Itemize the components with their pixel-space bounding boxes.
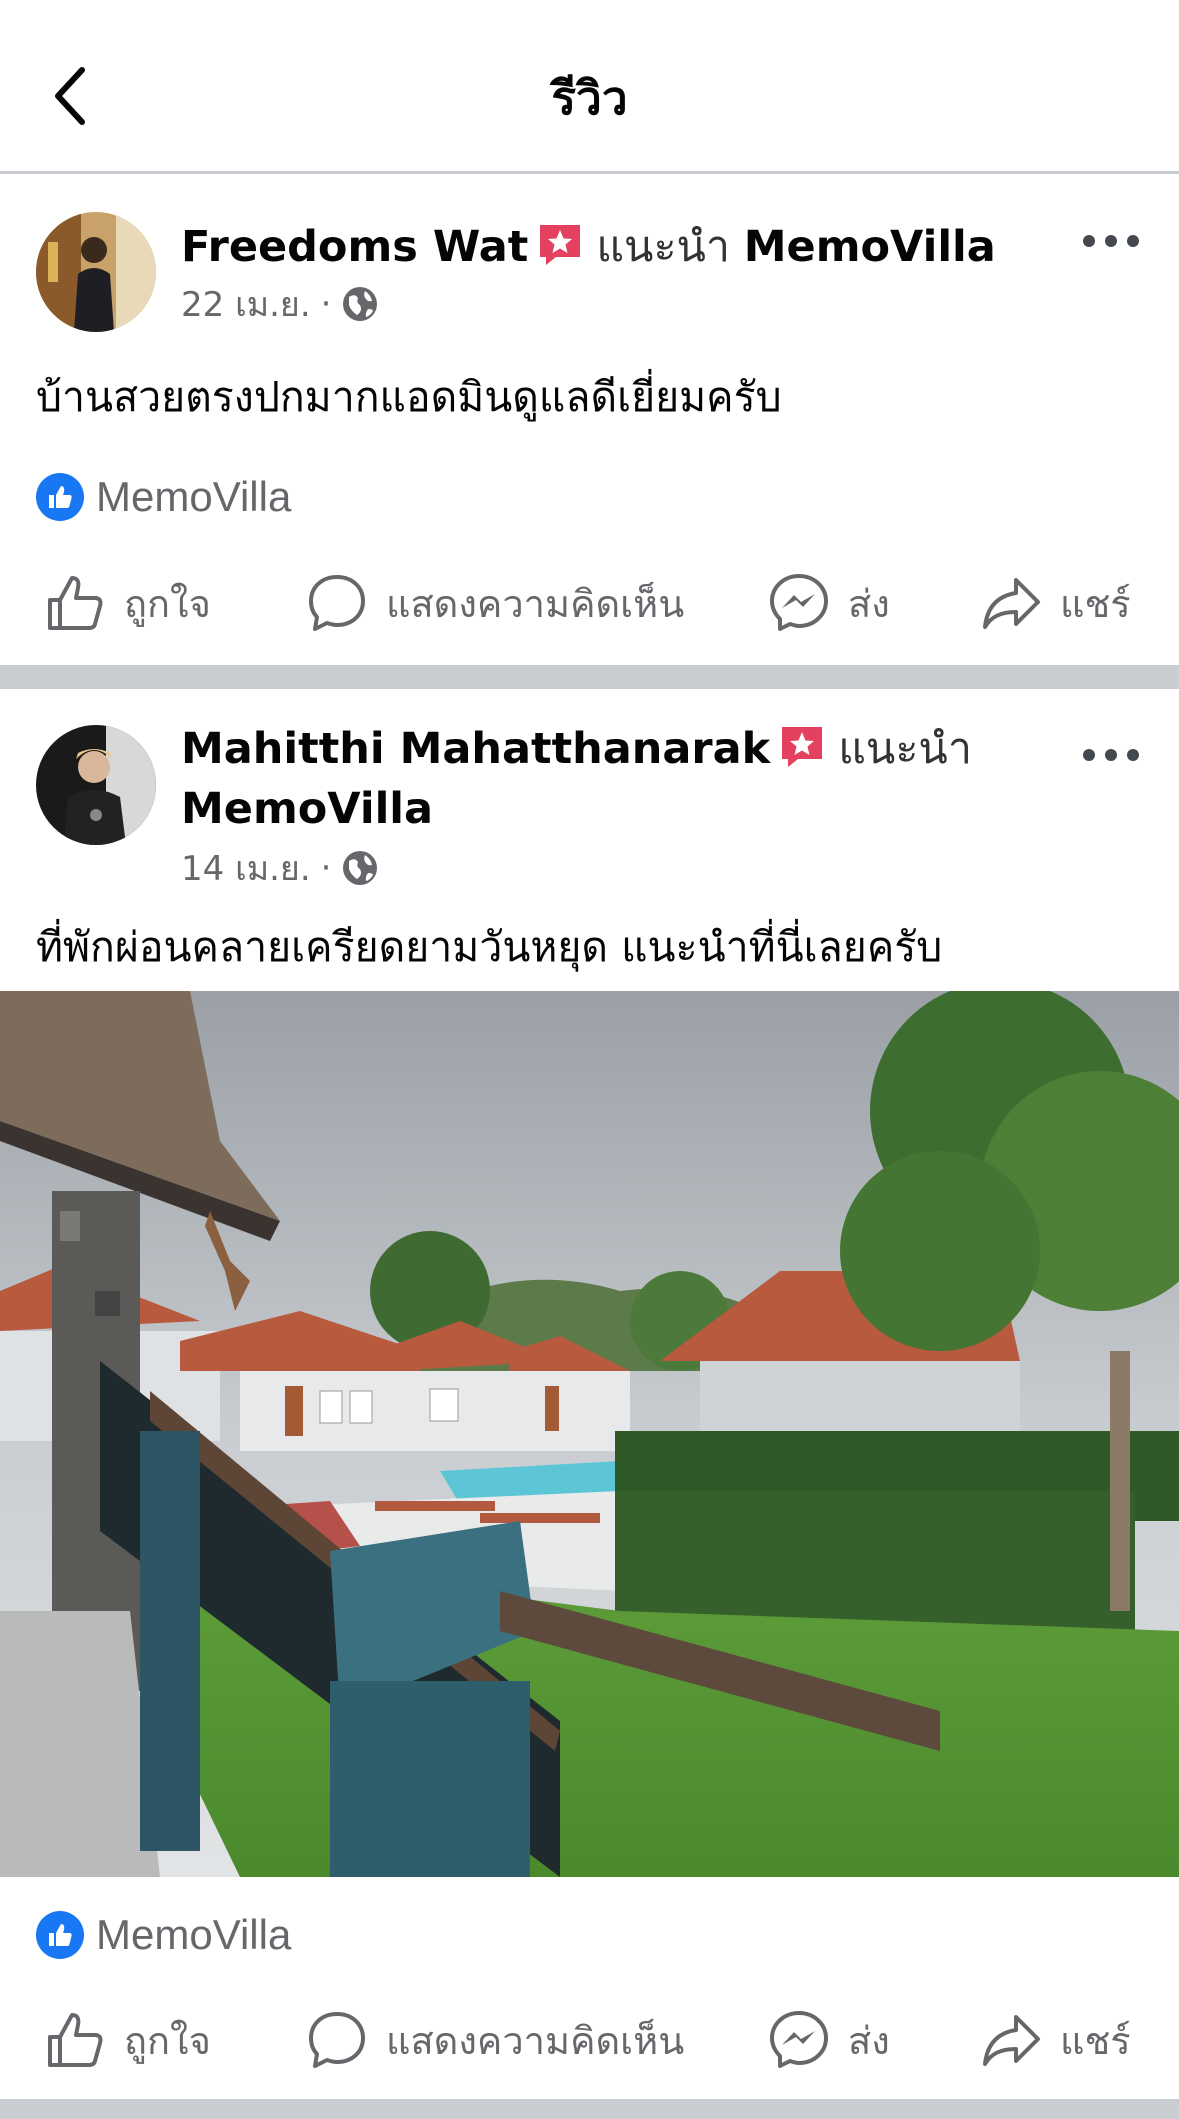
comment-label: แสดงความคิดเห็น bbox=[386, 2018, 685, 2063]
like-reaction-icon bbox=[36, 473, 84, 521]
like-label: ถูกใจ bbox=[124, 581, 211, 626]
reactor-name: MemoVilla bbox=[96, 473, 292, 520]
review-post: Mahitthi Mahatthanarak แนะนำ MemoVilla 14 … bbox=[0, 689, 1179, 2099]
share-icon bbox=[983, 578, 1040, 629]
post-photo[interactable] bbox=[0, 991, 1179, 1877]
send-button[interactable]: ส่ง bbox=[768, 563, 890, 643]
like-button[interactable]: ถูกใจ bbox=[44, 2000, 211, 2080]
like-reaction-icon bbox=[36, 1911, 84, 1959]
messenger-icon bbox=[770, 574, 828, 631]
messenger-icon bbox=[770, 2011, 828, 2068]
reactor-name: MemoVilla bbox=[96, 1911, 292, 1958]
thumbs-up-icon bbox=[48, 2013, 103, 2067]
post-date[interactable]: 22 เม.ย. bbox=[181, 277, 311, 331]
post-divider bbox=[0, 2099, 1179, 2119]
meta-separator: · bbox=[320, 284, 332, 324]
action-bar: ถูกใจ แสดงความคิดเห็น ส่ง แชร์ bbox=[0, 2000, 1179, 2080]
thumbs-up-icon bbox=[48, 576, 103, 630]
like-label: ถูกใจ bbox=[124, 2018, 211, 2063]
top-bar: รีวิว bbox=[0, 0, 1179, 174]
author-name[interactable]: Mahitthi Mahatthanarak bbox=[181, 724, 770, 774]
comment-icon bbox=[309, 575, 365, 631]
dot-icon bbox=[1127, 235, 1139, 247]
avatar[interactable] bbox=[36, 725, 156, 845]
dot-icon bbox=[1083, 235, 1095, 247]
dot-icon bbox=[1105, 235, 1117, 247]
post-header: Mahitthi Mahatthanarak แนะนำ MemoVilla bbox=[181, 719, 1021, 839]
send-label: ส่ง bbox=[848, 2018, 890, 2063]
page-title: รีวิว bbox=[551, 71, 628, 125]
comment-label: แสดงความคิดเห็น bbox=[386, 581, 685, 626]
post-text: บ้านสวยตรงปกมากแอดมินดูแลดีเยี่ยมครับ bbox=[36, 373, 782, 421]
share-label: แชร์ bbox=[1060, 2018, 1131, 2063]
post-date[interactable]: 14 เม.ย. bbox=[181, 841, 311, 895]
post-header: Freedoms Wat แนะนำ MemoVilla bbox=[181, 217, 996, 277]
post-meta: 14 เม.ย. · bbox=[181, 841, 379, 895]
post-text: ที่พักผ่อนคลายเครียดยามวันหยุด แนะนำที่น… bbox=[36, 923, 943, 971]
like-button[interactable]: ถูกใจ bbox=[44, 563, 211, 643]
page-name[interactable]: MemoVilla bbox=[181, 784, 433, 834]
share-icon bbox=[983, 2015, 1040, 2066]
dot-icon bbox=[1083, 749, 1095, 761]
recommend-label: แนะนำ bbox=[838, 724, 972, 774]
reaction-summary[interactable]: MemoVilla bbox=[36, 1911, 291, 1959]
send-button[interactable]: ส่ง bbox=[768, 2000, 890, 2080]
review-post: Freedoms Wat แนะนำ MemoVilla 22 เม.ย. · บ… bbox=[0, 177, 1179, 665]
share-button[interactable]: แชร์ bbox=[980, 563, 1131, 643]
meta-separator: · bbox=[320, 848, 332, 888]
dot-icon bbox=[1127, 749, 1139, 761]
share-button[interactable]: แชร์ bbox=[980, 2000, 1131, 2080]
reaction-summary[interactable]: MemoVilla bbox=[36, 473, 291, 521]
more-options-button[interactable] bbox=[1083, 743, 1139, 767]
post-meta: 22 เม.ย. · bbox=[181, 277, 379, 331]
dot-icon bbox=[1105, 749, 1117, 761]
more-options-button[interactable] bbox=[1083, 229, 1139, 253]
avatar[interactable] bbox=[36, 212, 156, 332]
page-name[interactable]: MemoVilla bbox=[744, 222, 996, 272]
globe-icon bbox=[343, 851, 378, 885]
recommend-star-icon bbox=[782, 727, 823, 767]
author-name[interactable]: Freedoms Wat bbox=[181, 222, 528, 272]
recommend-label: แนะนำ bbox=[596, 222, 731, 272]
comment-button[interactable]: แสดงความคิดเห็น bbox=[306, 2000, 684, 2080]
globe-icon bbox=[343, 287, 378, 321]
comment-button[interactable]: แสดงความคิดเห็น bbox=[306, 563, 684, 643]
send-label: ส่ง bbox=[848, 581, 890, 626]
recommend-star-icon bbox=[540, 225, 581, 265]
share-label: แชร์ bbox=[1060, 581, 1131, 626]
comment-icon bbox=[309, 2012, 365, 2068]
post-divider bbox=[0, 665, 1179, 689]
action-bar: ถูกใจ แสดงความคิดเห็น ส่ง แชร์ bbox=[0, 563, 1179, 643]
